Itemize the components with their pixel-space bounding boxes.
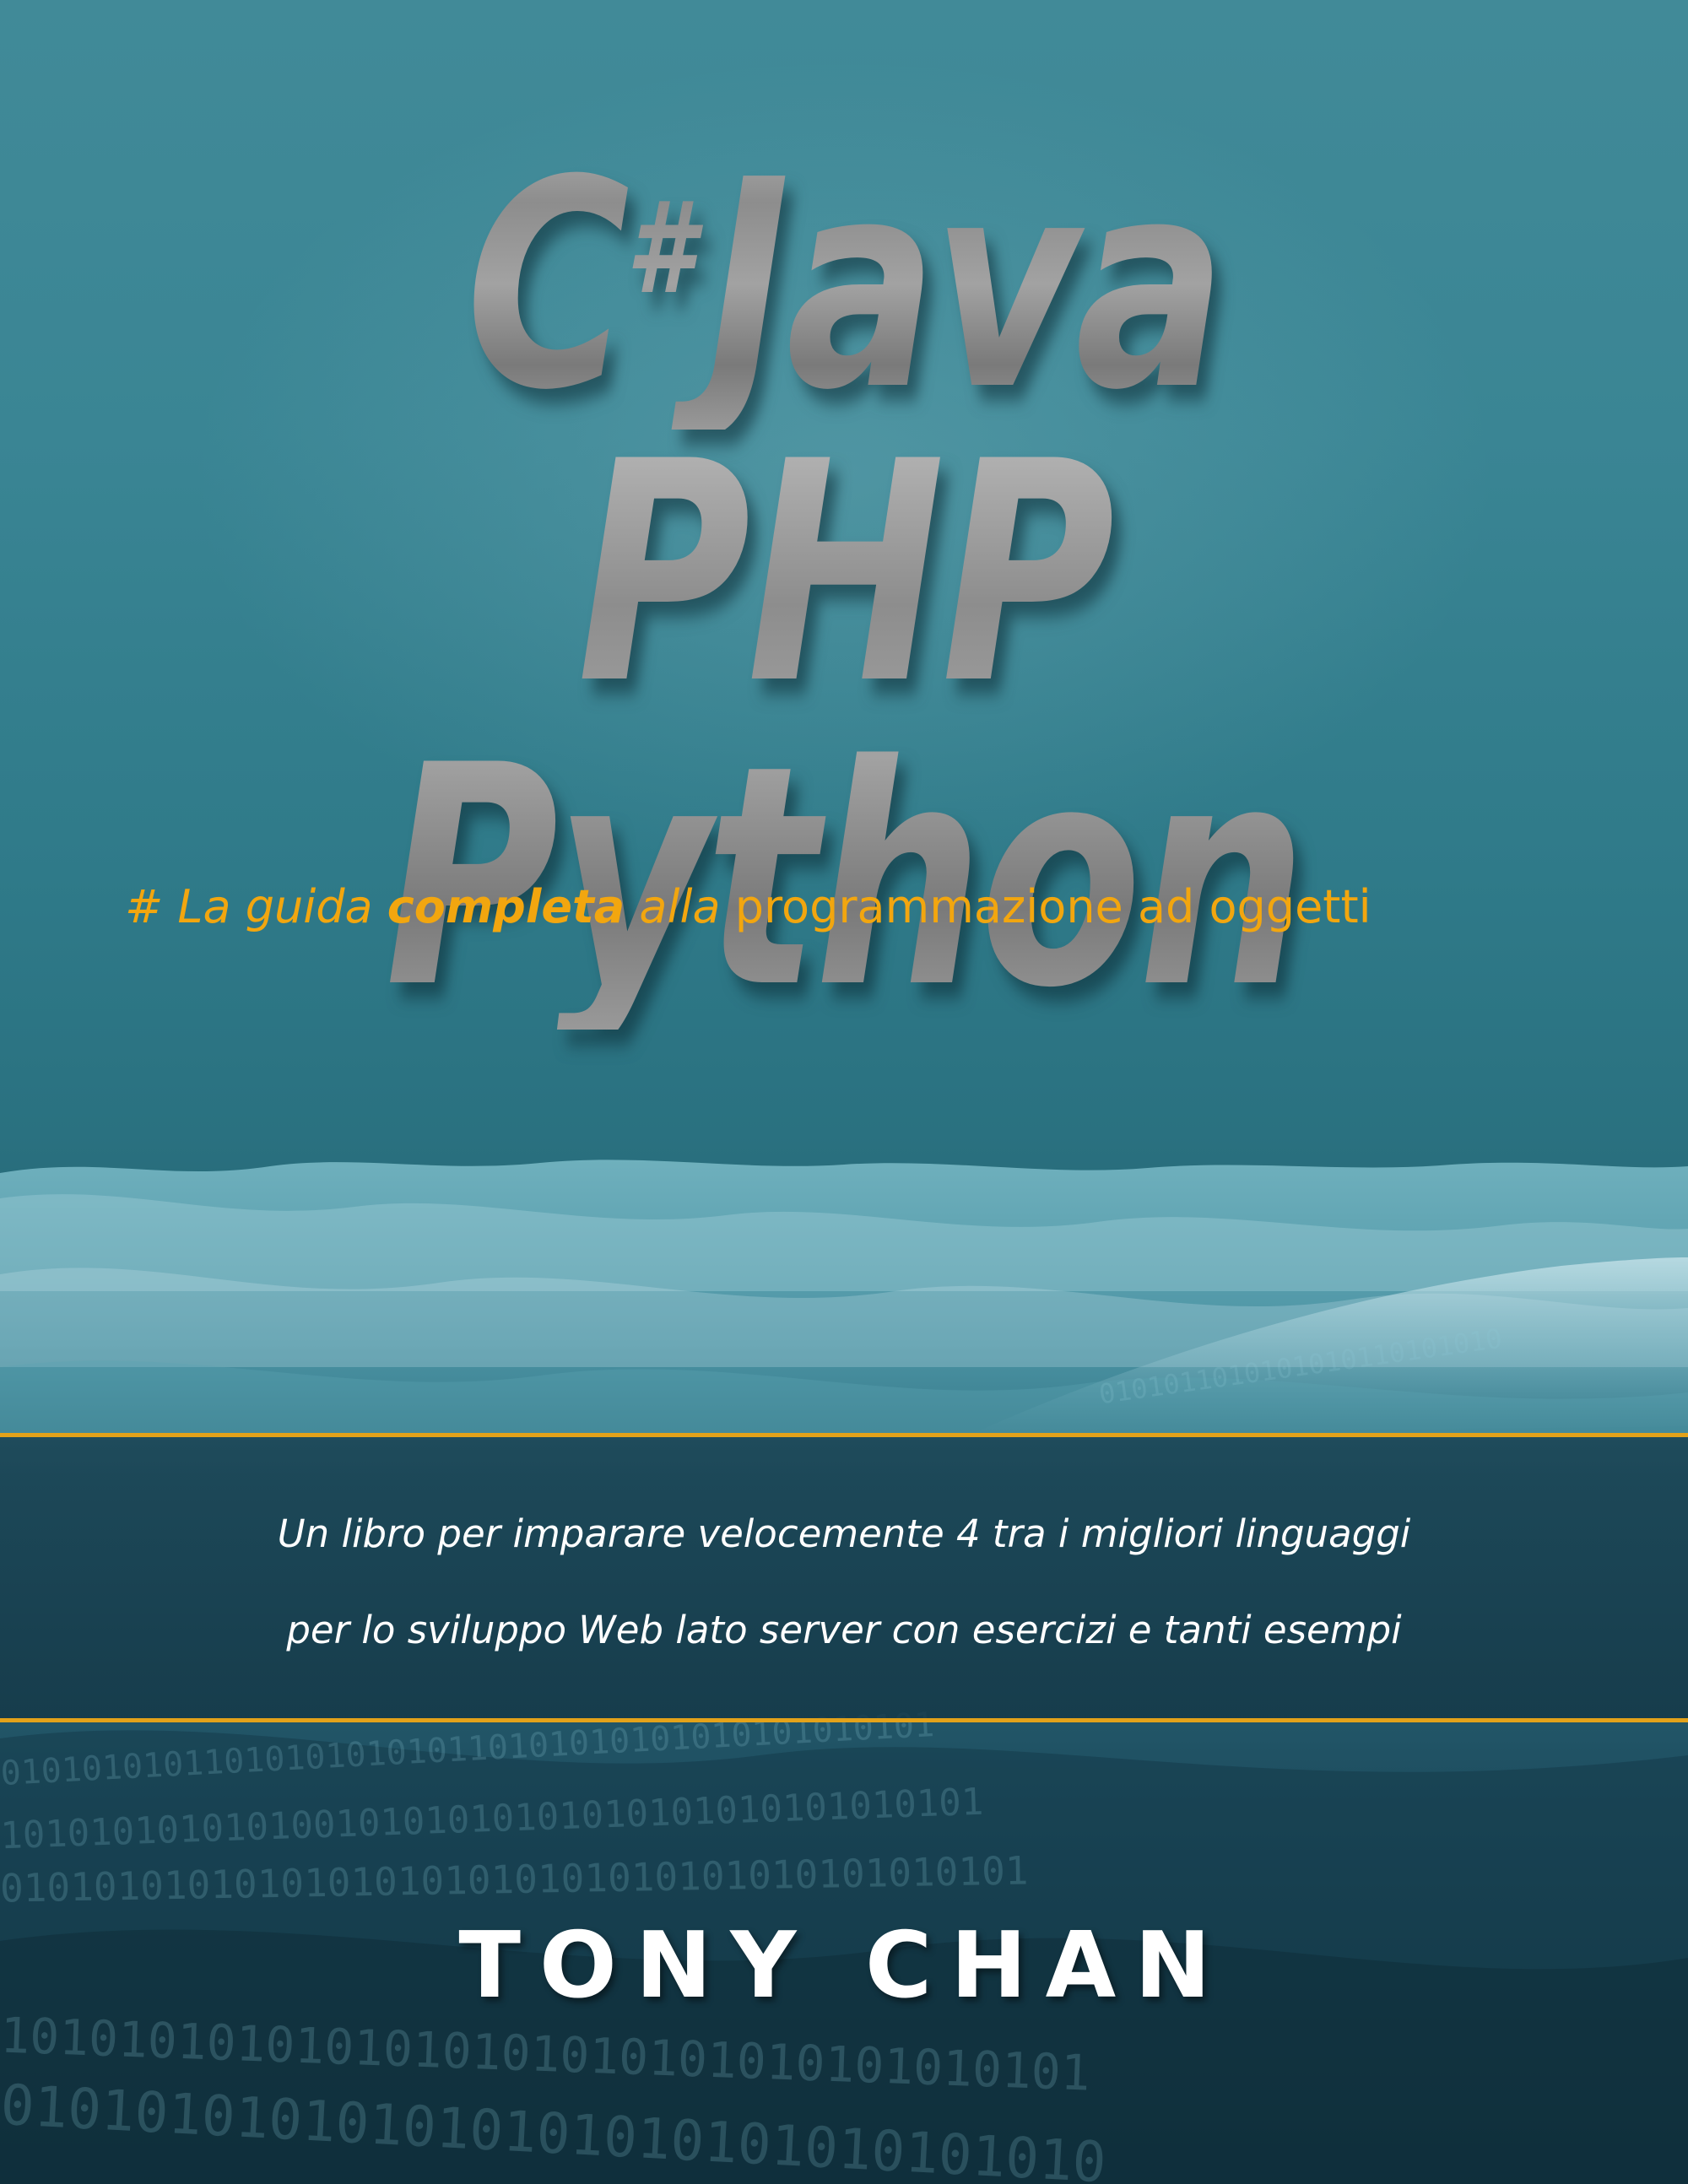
- blurb-band: [0, 1435, 1688, 1722]
- tagline-part-3: alla: [625, 880, 735, 933]
- title-sharp: #: [625, 176, 695, 322]
- title-line-2: PHP Python: [186, 422, 1502, 1030]
- blurb-line-1: Un libro per imparare velocemente 4 tra …: [277, 1511, 1411, 1556]
- blurb-line-2: per lo sviluppo Web lato server con eser…: [286, 1608, 1402, 1652]
- accent-rule-top: [0, 1433, 1688, 1437]
- subtitle-tagline: # La guida completa alla programmazione …: [125, 878, 1372, 937]
- accent-rule-bottom: [0, 1718, 1688, 1722]
- author-name: TONY CHAN: [458, 1913, 1230, 2019]
- book-cover: C#Java PHP Python # La guida completa al…: [0, 0, 1688, 2184]
- tagline-part-1: # La guida: [125, 880, 387, 933]
- tagline-part-4: programmazione ad oggetti: [734, 880, 1372, 933]
- tagline-part-2: completa: [387, 880, 625, 933]
- title-line-1: C#Java: [186, 105, 1502, 430]
